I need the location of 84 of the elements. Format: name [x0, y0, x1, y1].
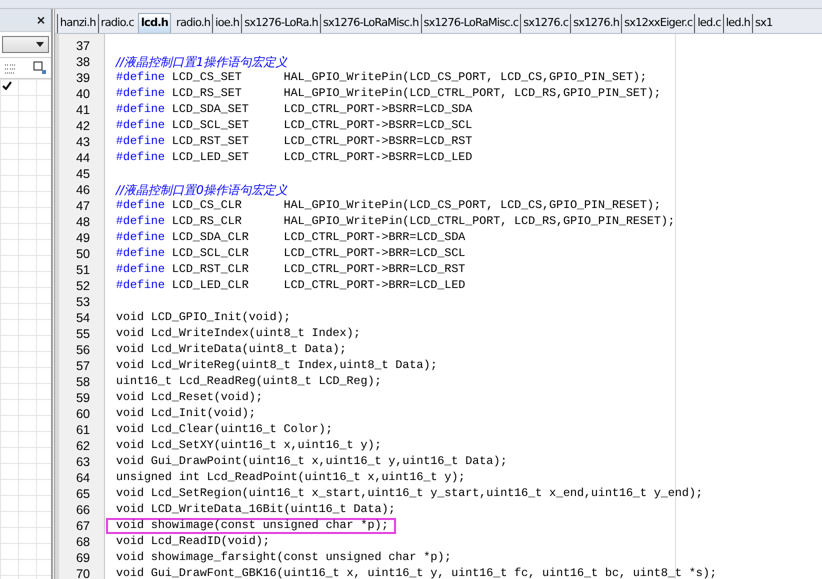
- code-line: #define LCD_RS_SET HAL_GPIO_WritePin(LCD_CTRL_PORT, LCD_RS,GPIO_PIN_SET);: [116, 88, 661, 100]
- code-line: #define LCD_CS_SET HAL_GPIO_WritePin(LCD_CS_PORT, LCD_CS,GPIO_PIN_SET);: [116, 72, 647, 84]
- line-number: 48: [75, 215, 90, 229]
- file-tab[interactable]: sx1276.c: [520, 14, 570, 33]
- code-line: void Lcd_WriteReg(uint8_t Index,uint8_t Data);: [116, 360, 438, 372]
- code-line: void Lcd_Init(void);: [116, 408, 256, 420]
- line-number: 56: [75, 343, 90, 357]
- file-tab[interactable]: hanzi.h: [57, 14, 98, 33]
- code-line: void Gui_DrawPoint(uint16_t x,uint16_t y,uint16_t Data);: [116, 456, 508, 468]
- code-line: void Gui_DrawFont_GBK16(uint16_t x, uint16_t y, uint16_t fc, uint16_t bc, uint8_t *s);: [116, 568, 717, 579]
- line-number: 62: [75, 439, 90, 453]
- line-number: 43: [75, 135, 90, 149]
- line-number: 66: [75, 503, 90, 517]
- line-number: 59: [75, 391, 90, 405]
- line-number: 70: [75, 567, 90, 579]
- line-number: 63: [75, 455, 90, 469]
- code-line: #define LCD_LED_CLR LCD_CTRL_PORT->BRR=LCD_LED: [116, 280, 466, 292]
- code-line: void Lcd_SetRegion(uint16_t x_start,uint16_t y_start,uint16_t x_end,uint16_t y_end);: [116, 488, 703, 500]
- line-number: 54: [75, 311, 90, 325]
- line-number: 69: [75, 551, 90, 565]
- code-line: #define LCD_SCL_SET LCD_CTRL_PORT->BSRR=LCD_SCL: [116, 120, 472, 132]
- line-number: 44: [75, 151, 90, 165]
- line-number: 39: [75, 71, 90, 85]
- file-tab[interactable]: led.h: [722, 14, 752, 33]
- line-number: 50: [75, 247, 90, 261]
- file-tab[interactable]: sx1276-LoRaMisc.c: [420, 14, 520, 33]
- file-tab[interactable]: sx1276-LoRaMisc.h: [320, 14, 421, 33]
- code-line: #define LCD_CS_CLR HAL_GPIO_WritePin(LCD_CS_PORT, LCD_CS,GPIO_PIN_RESET);: [116, 200, 661, 212]
- line-number: 38: [75, 55, 90, 69]
- code-line: void Lcd_SetXY(uint16_t x,uint16_t y);: [116, 440, 382, 452]
- code-line: void showimage_farsight(const unsigned char *p);: [116, 552, 452, 564]
- line-number: 55: [75, 327, 90, 341]
- code-line: #define LCD_LED_SET LCD_CTRL_PORT->BSRR=LCD_LED: [116, 152, 472, 164]
- line-number: 47: [75, 199, 90, 213]
- dropdown[interactable]: [2, 36, 49, 53]
- line-number: 41: [75, 103, 90, 117]
- code-comment: //液晶控制口置0操作语句宏定义: [116, 184, 288, 196]
- line-number: 40: [75, 87, 90, 101]
- code-line: #define LCD_SDA_SET LCD_CTRL_PORT->BSRR=LCD_SDA: [116, 104, 472, 116]
- code-line: void showimage(const unsigned char *p);: [116, 520, 388, 532]
- code-line: void Lcd_Reset(void);: [116, 392, 263, 404]
- code-comment: //液晶控制口置1操作语句宏定义: [116, 56, 288, 68]
- file-tab[interactable]: lcd.h: [138, 13, 172, 33]
- line-number: 45: [75, 167, 90, 181]
- code-line: uint16_t Lcd_ReadReg(uint8_t LCD_Reg);: [116, 376, 382, 388]
- line-number: 51: [75, 263, 90, 277]
- code-line: void Lcd_WriteIndex(uint8_t Index);: [116, 328, 360, 340]
- code-line: unsigned int Lcd_ReadPoint(uint16_t x,uint16_t y);: [116, 472, 466, 484]
- file-tab[interactable]: sx1276.h: [570, 14, 622, 33]
- code-line: void Lcd_WriteData(uint8_t Data);: [116, 344, 347, 356]
- code-line: #define LCD_SDA_CLR LCD_CTRL_PORT->BRR=LCD_SDA: [116, 232, 466, 244]
- columns-icon[interactable]: [33, 61, 47, 75]
- caret-icon: [36, 42, 44, 47]
- code-line: void Lcd_Clear(uint16_t Color);: [116, 424, 333, 436]
- line-number: 64: [75, 471, 90, 485]
- code-line: #define LCD_RS_CLR HAL_GPIO_WritePin(LCD_CTRL_PORT, LCD_RS,GPIO_PIN_RESET);: [116, 216, 675, 228]
- line-number: 60: [75, 407, 90, 421]
- code-line: #define LCD_RST_CLR LCD_CTRL_PORT->BRR=LCD_RST: [116, 264, 466, 276]
- list-icon[interactable]: [4, 62, 16, 74]
- line-number: 42: [75, 119, 90, 133]
- file-tab[interactable]: radio.h: [173, 14, 212, 33]
- file-tab[interactable]: sx1: [752, 14, 775, 33]
- line-number: 57: [75, 359, 90, 373]
- file-tab[interactable]: sx1276-LoRa.h: [241, 14, 320, 33]
- line-number: 53: [75, 295, 90, 309]
- code-line: void LCD_GPIO_Init(void);: [116, 312, 291, 324]
- line-number: 58: [75, 375, 90, 389]
- file-tab[interactable]: ioe.h: [212, 14, 242, 33]
- line-number: 46: [75, 183, 90, 197]
- line-number: 61: [75, 423, 90, 437]
- code-line: #define LCD_SCL_CLR LCD_CTRL_PORT->BRR=LCD_SCL: [116, 248, 466, 260]
- line-number: 67: [75, 519, 90, 533]
- line-number: 65: [75, 487, 90, 501]
- line-number: 68: [75, 535, 90, 549]
- code-line: void Lcd_ReadID(void);: [116, 536, 270, 548]
- code-line: void LCD_WriteData_16Bit(uint16_t Data);: [116, 504, 396, 516]
- code-line: #define LCD_RST_SET LCD_CTRL_PORT->BSRR=LCD_RST: [116, 136, 472, 148]
- file-tab[interactable]: sx12xxEiger.c: [621, 14, 694, 33]
- line-number: 49: [75, 231, 90, 245]
- file-tab[interactable]: led.c: [694, 14, 723, 33]
- line-number: 37: [75, 39, 90, 53]
- line-number: 52: [75, 279, 90, 293]
- file-tab[interactable]: radio.c: [98, 14, 136, 33]
- close-button[interactable]: ×: [36, 13, 45, 27]
